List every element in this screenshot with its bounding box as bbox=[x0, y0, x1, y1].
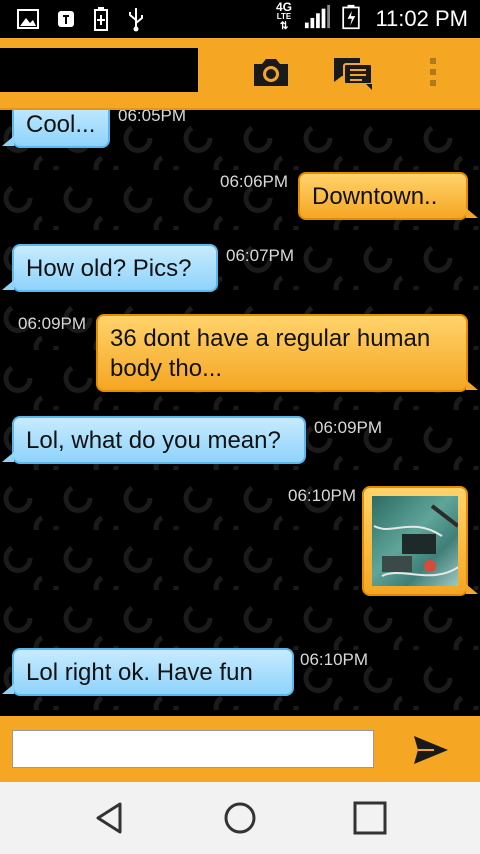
message-text: Lol, what do you mean? bbox=[26, 427, 281, 454]
circuit-board-photo bbox=[373, 504, 458, 577]
image-thumbnail[interactable] bbox=[372, 496, 458, 586]
bubble-tail bbox=[2, 452, 14, 462]
message-text: Cool... bbox=[26, 111, 96, 138]
message-time: 06:05PM bbox=[118, 110, 187, 125]
message-text: Lol right ok. Have fun bbox=[26, 659, 253, 686]
bubble-tail bbox=[466, 380, 478, 390]
battery-charging-icon bbox=[342, 4, 360, 30]
bubble-tail bbox=[2, 280, 14, 290]
message-outgoing[interactable]: 36 dont have a regular human body tho... bbox=[96, 314, 468, 392]
bubble-tail bbox=[466, 584, 478, 594]
app-notification-icon bbox=[58, 11, 74, 27]
camera-icon[interactable] bbox=[246, 50, 294, 94]
message-text: Downtown.. bbox=[312, 183, 438, 210]
message-outgoing[interactable]: Downtown.. bbox=[298, 172, 468, 220]
chat-list-icon[interactable] bbox=[328, 50, 376, 94]
message-incoming[interactable]: How old? Pics? bbox=[12, 244, 218, 292]
status-bar: 4G LTE ⇅ 11:02 PM bbox=[0, 0, 480, 38]
contact-name[interactable] bbox=[0, 48, 198, 92]
message-time: 06:10PM bbox=[288, 486, 357, 505]
bubble-tail bbox=[2, 136, 14, 146]
message-incoming[interactable]: Lol right ok. Have fun bbox=[12, 648, 294, 696]
message-time: 06:06PM bbox=[220, 172, 289, 191]
recents-icon[interactable] bbox=[350, 798, 390, 838]
message-composer bbox=[0, 716, 480, 782]
usb-icon bbox=[129, 8, 143, 32]
app-bar bbox=[0, 38, 480, 110]
network-type: 4G LTE ⇅ bbox=[276, 0, 293, 32]
message-time: 06:09PM bbox=[314, 418, 383, 437]
message-incoming[interactable]: Lol, what do you mean? bbox=[12, 416, 306, 464]
chat-thread[interactable]: Cool... 06:05PM 06:06PM Downtown.. How o… bbox=[0, 110, 480, 716]
signal-icon bbox=[304, 4, 330, 29]
battery-saver-icon bbox=[94, 7, 108, 31]
message-text: 36 dont have a regular human body tho... bbox=[110, 325, 431, 382]
message-incoming[interactable]: Cool... bbox=[12, 110, 110, 148]
status-time: 11:02 PM bbox=[375, 6, 468, 31]
message-image[interactable] bbox=[362, 486, 468, 596]
bubble-tail bbox=[466, 208, 478, 218]
send-icon[interactable] bbox=[408, 732, 452, 768]
home-icon[interactable] bbox=[220, 798, 260, 838]
image-icon bbox=[17, 9, 39, 29]
overflow-menu-icon[interactable] bbox=[414, 50, 454, 94]
message-time: 06:09PM bbox=[18, 314, 87, 333]
message-time: 06:07PM bbox=[226, 246, 295, 265]
navigation-bar bbox=[0, 782, 480, 854]
bubble-tail bbox=[2, 684, 14, 694]
message-input[interactable] bbox=[12, 730, 374, 768]
message-text: How old? Pics? bbox=[26, 255, 192, 282]
message-time: 06:10PM bbox=[300, 650, 369, 669]
back-icon[interactable] bbox=[90, 798, 130, 838]
